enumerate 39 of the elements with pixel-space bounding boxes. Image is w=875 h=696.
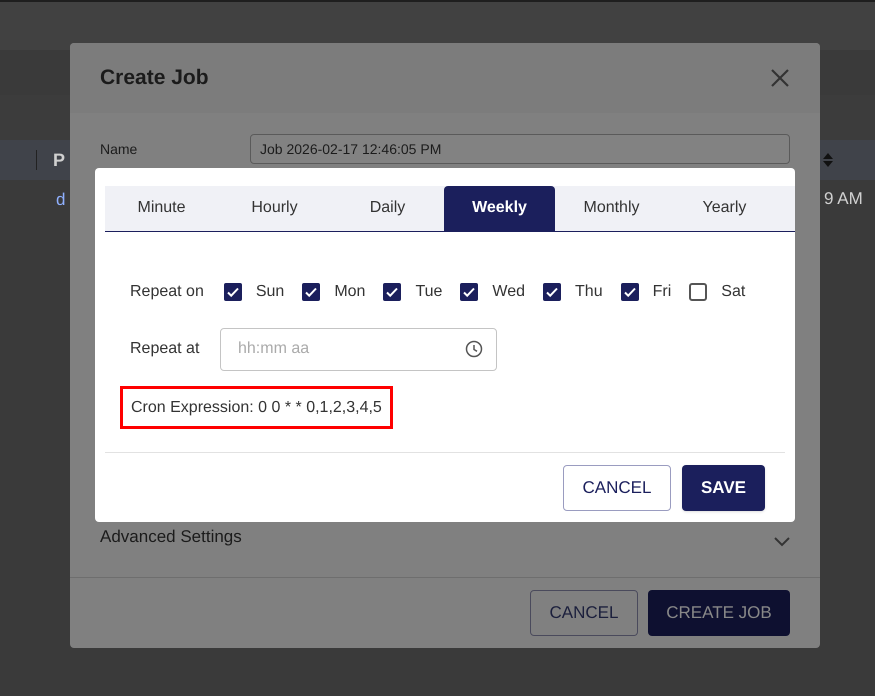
chevron-down-icon[interactable] xyxy=(774,537,790,547)
checkbox-label: Thu xyxy=(575,282,603,302)
tab[interactable]: Weekly xyxy=(444,186,555,231)
cancel-button[interactable]: CANCEL xyxy=(563,464,671,511)
checkbox-label: Wed xyxy=(492,282,526,302)
tab[interactable]: Minute xyxy=(105,186,218,231)
field-label: Name xyxy=(100,140,138,158)
sort-icon xyxy=(822,152,834,168)
table-cell[interactable]: d xyxy=(56,187,66,212)
checkbox-label: Tue xyxy=(415,282,442,302)
tab[interactable]: Yearly xyxy=(668,186,781,231)
tab[interactable]: Hourly xyxy=(218,186,331,231)
checkbox[interactable] xyxy=(302,282,320,301)
checkbox-label: Mon xyxy=(334,282,366,302)
checkbox[interactable] xyxy=(383,282,402,301)
tab[interactable]: Monthly xyxy=(555,186,668,231)
checkbox[interactable] xyxy=(620,282,639,301)
close-icon[interactable] xyxy=(770,68,790,88)
checkbox[interactable] xyxy=(224,282,242,301)
checkbox[interactable] xyxy=(543,282,562,301)
time-field[interactable]: hh:mm aa xyxy=(220,328,497,371)
field-label: Repeat at xyxy=(130,339,200,360)
cancel-button[interactable]: CANCEL xyxy=(530,590,638,636)
column-header: P xyxy=(53,148,66,172)
name-field[interactable]: Job 2026-02-17 12:46:05 PM xyxy=(250,134,790,164)
field-label: Repeat on xyxy=(130,282,204,302)
save-button[interactable]: SAVE xyxy=(682,464,765,511)
checkbox[interactable] xyxy=(689,282,708,301)
dialog-title: Create Job xyxy=(100,65,209,92)
cron-expression: Cron Expression: 0 0 * * 0,1,2,3,4,5 xyxy=(131,398,382,418)
tab[interactable]: Daily xyxy=(331,186,444,231)
clock-icon[interactable] xyxy=(465,340,483,358)
checkbox-label: Sat xyxy=(721,282,746,302)
checkbox-label: Fri xyxy=(652,282,672,302)
section-heading[interactable]: Advanced Settings xyxy=(100,528,242,545)
checkbox[interactable] xyxy=(460,282,478,301)
create-job-button[interactable]: CREATE JOB xyxy=(648,590,790,636)
checkbox-label: Sun xyxy=(256,282,284,302)
table-cell-text: 9 AM xyxy=(824,188,863,210)
